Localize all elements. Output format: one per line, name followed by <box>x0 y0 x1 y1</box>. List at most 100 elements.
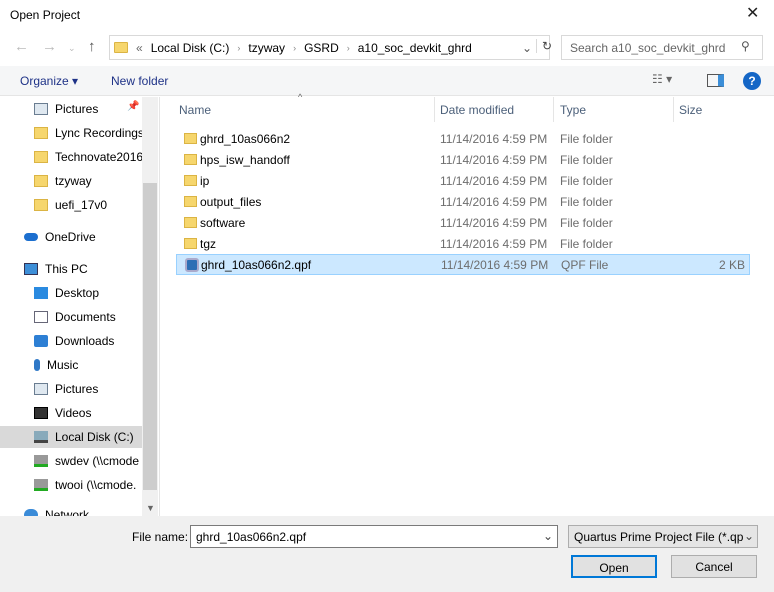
file-date: 11/14/2016 4:59 PM <box>440 152 548 167</box>
sidebar-item-pictures[interactable]: Pictures <box>0 378 142 400</box>
file-date: 11/14/2016 4:59 PM <box>441 257 549 272</box>
close-button[interactable]: ✕ <box>746 3 759 23</box>
organize-button[interactable]: Organize ▾ <box>20 74 78 88</box>
sidebar-item-onedrive[interactable]: OneDrive <box>0 226 142 248</box>
sidebar-item-label: Network <box>45 508 90 516</box>
toolbar: Organize ▾ New folder ☷ ▾ ? <box>0 66 774 96</box>
pictures-icon <box>34 103 48 115</box>
folder-icon <box>184 175 197 186</box>
folder-icon <box>34 127 48 139</box>
file-type: File folder <box>560 194 613 209</box>
sidebar-item-label: Pictures <box>55 382 99 396</box>
navigation-pane: Pictures Lync Recordings Technovate2016 tzy… <box>0 97 142 516</box>
file-date: 11/14/2016 4:59 PM <box>440 194 548 209</box>
file-date: 11/14/2016 4:59 PM <box>440 131 548 146</box>
sidebar-item-pictures[interactable]: Pictures <box>0 98 142 120</box>
forward-button[interactable]: → <box>42 38 57 55</box>
file-row[interactable]: software 11/14/2016 4:59 PM File folder <box>176 212 750 233</box>
sidebar-item-lync-recordings[interactable]: Lync Recordings <box>0 122 142 144</box>
file-date: 11/14/2016 4:59 PM <box>440 173 548 188</box>
column-name[interactable]: Name <box>173 97 435 122</box>
up-button[interactable]: ↑ <box>88 38 96 55</box>
file-name: ghrd_10as066n2 <box>200 131 291 146</box>
sidebar-item-label: Pictures <box>55 102 99 116</box>
column-date-modified[interactable]: Date modified <box>434 97 554 122</box>
file-type-dropdown-icon[interactable]: ⌄ <box>744 529 755 543</box>
sidebar-item-label: Technovate2016 <box>55 150 142 164</box>
sidebar-item-downloads[interactable]: Downloads <box>0 330 142 352</box>
file-type: File folder <box>560 215 613 230</box>
file-type: File folder <box>560 131 613 146</box>
address-dropdown-icon[interactable]: ⌄ <box>522 41 532 55</box>
file-name-dropdown-icon[interactable]: ⌄ <box>543 529 553 543</box>
view-options-icon[interactable]: ☷ ▾ <box>652 72 672 86</box>
breadcrumb-tzyway[interactable]: tzyway <box>248 41 285 55</box>
back-button[interactable]: ← <box>14 38 29 55</box>
cancel-button[interactable]: Cancel <box>671 555 757 578</box>
folder-icon <box>184 238 197 249</box>
folder-icon <box>184 133 197 144</box>
sidebar-item-label: tzyway <box>55 174 92 188</box>
preview-pane-icon[interactable] <box>707 74 724 87</box>
pane-divider[interactable] <box>159 97 160 516</box>
column-type[interactable]: Type <box>554 97 674 122</box>
sidebar-item-music[interactable]: Music <box>0 354 142 376</box>
breadcrumb-gsrd[interactable]: GSRD <box>304 41 339 55</box>
sidebar-item-videos[interactable]: Videos <box>0 402 142 424</box>
sidebar-item-technovate2016[interactable]: Technovate2016 <box>0 146 142 168</box>
scroll-down-icon[interactable]: ▼ <box>146 503 155 513</box>
file-row[interactable]: tgz 11/14/2016 4:59 PM File folder <box>176 233 750 254</box>
file-type: File folder <box>560 152 613 167</box>
network-drive-icon <box>34 455 48 467</box>
sidebar-item-swdev-cmode[interactable]: swdev (\\cmode <box>0 450 142 472</box>
file-row[interactable]: hps_isw_handoff 11/14/2016 4:59 PM File fo… <box>176 149 750 170</box>
search-icon: ⚲ <box>741 39 750 53</box>
file-name: ghrd_10as066n2.qpf <box>201 257 312 272</box>
sidebar-item-label: swdev (\\cmode <box>55 454 140 468</box>
folder-icon <box>34 175 48 187</box>
sidebar-item-this-pc[interactable]: This PC <box>0 258 142 280</box>
sidebar-item-desktop[interactable]: Desktop <box>0 282 142 304</box>
file-name: output_files <box>200 194 262 209</box>
file-row[interactable]: ip 11/14/2016 4:59 PM File folder <box>176 170 750 191</box>
file-name: software <box>200 215 246 230</box>
sidebar-item-tzyway[interactable]: tzyway <box>0 170 142 192</box>
breadcrumb-local-disk[interactable]: Local Disk (C:) <box>151 41 230 55</box>
pin-icon[interactable]: 📌 <box>127 101 139 112</box>
sidebar-item-label: Documents <box>55 310 116 324</box>
drive-icon <box>34 431 48 443</box>
computer-icon <box>24 263 38 275</box>
folder-icon <box>184 154 197 165</box>
music-icon <box>34 359 40 371</box>
new-folder-button[interactable]: New folder <box>111 74 168 88</box>
address-bar[interactable]: « Local Disk (C:) › tzyway › GSRD › a10_soc… <box>109 35 552 60</box>
sidebar-item-network[interactable]: Network <box>0 504 142 516</box>
sidebar-item-label: Local Disk (C:) <box>55 430 134 444</box>
help-icon[interactable]: ? <box>743 72 761 90</box>
sidebar-item-twooi-cmode[interactable]: twooi (\\cmode. <box>0 474 142 496</box>
file-row[interactable]: output_files 11/14/2016 4:59 PM File folde… <box>176 191 750 212</box>
sidebar-scroll-thumb[interactable] <box>143 183 157 490</box>
sidebar-item-uefi-17v0[interactable]: uefi_17v0 <box>0 194 142 216</box>
sidebar-item-documents[interactable]: Documents <box>0 306 142 328</box>
file-date: 11/14/2016 4:59 PM <box>440 215 548 230</box>
column-size[interactable]: Size <box>673 97 753 122</box>
search-input[interactable]: Search a10_soc_devkit_ghrd <box>561 35 763 60</box>
sidebar-item-local-disk-c[interactable]: Local Disk (C:) <box>0 426 142 448</box>
file-row[interactable]: ghrd_10as066n2 11/14/2016 4:59 PM File fol… <box>176 128 750 149</box>
refresh-icon[interactable]: ↻ <box>536 39 552 53</box>
file-row[interactable]: ghrd_10as066n2.qpf 11/14/2016 4:59 PM QPF … <box>176 254 750 275</box>
overflow-chevron[interactable]: « <box>136 41 143 55</box>
sidebar-item-label: OneDrive <box>45 230 96 244</box>
file-date: 11/14/2016 4:59 PM <box>440 236 548 251</box>
sidebar-item-label: twooi (\\cmode. <box>55 478 137 492</box>
open-button[interactable]: Open <box>571 555 657 578</box>
sidebar-item-label: Desktop <box>55 286 100 300</box>
desktop-icon <box>34 287 48 299</box>
file-name: hps_isw_handoff <box>200 152 290 167</box>
recent-dropdown[interactable]: ⌄ <box>68 43 76 54</box>
breadcrumb-current[interactable]: a10_soc_devkit_ghrd <box>358 41 472 55</box>
file-type-select[interactable]: Quartus Prime Project File (*.qp <box>568 525 758 548</box>
sidebar-item-label: Lync Recordings <box>55 126 142 140</box>
file-name-input[interactable]: ghrd_10as066n2.qpf <box>190 525 558 548</box>
